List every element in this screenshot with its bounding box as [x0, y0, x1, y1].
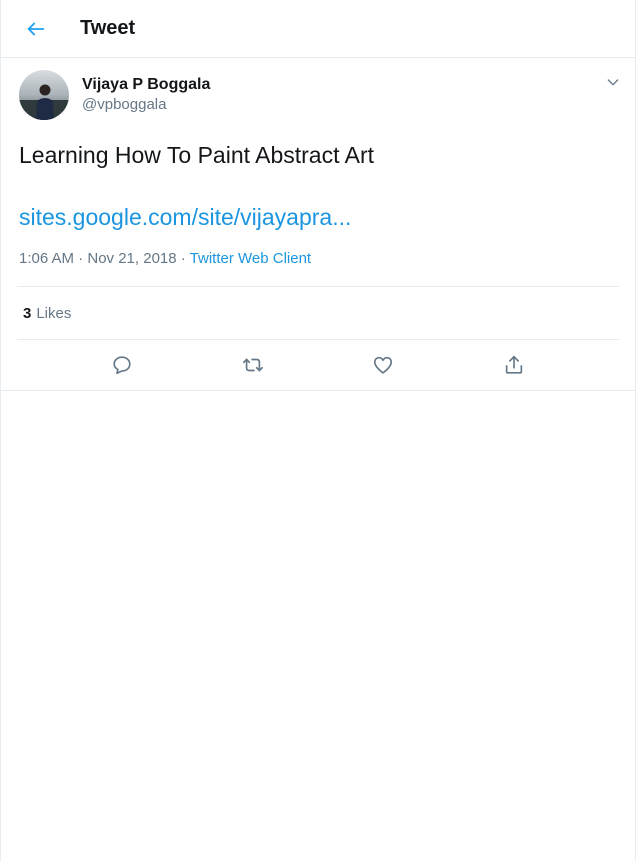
- header-bar: Tweet: [1, 0, 635, 58]
- tweet-card: Vijaya P Boggala @vpboggala Learning How…: [1, 58, 635, 391]
- author-handle[interactable]: @vpboggala: [82, 95, 210, 114]
- likes-label: Likes: [36, 304, 72, 322]
- retweet-icon: [242, 358, 263, 372]
- back-button[interactable]: [19, 12, 53, 46]
- share-icon: [505, 355, 522, 374]
- page-title: Tweet: [80, 17, 136, 39]
- tweet-actions: [17, 340, 619, 390]
- avatar-photo: [19, 70, 69, 120]
- more-options-button[interactable]: [603, 72, 623, 92]
- reply-button[interactable]: [104, 347, 140, 383]
- author-row: Vijaya P Boggala @vpboggala: [17, 70, 619, 122]
- avatar[interactable]: [19, 70, 69, 120]
- tweet-meta: 1:06 AM · Nov 21, 2018 · Twitter Web Cli…: [19, 249, 619, 269]
- tweet-source[interactable]: Twitter Web Client: [190, 250, 311, 267]
- reply-icon: [113, 356, 131, 375]
- likes-count: 3: [23, 304, 32, 322]
- chevron-down-icon: [607, 79, 619, 86]
- author-names: Vijaya P Boggala @vpboggala: [82, 75, 210, 114]
- tweet-page: Tweet Vijaya P Boggala @vpboggala Learni…: [0, 0, 636, 861]
- author-display-name[interactable]: Vijaya P Boggala: [82, 75, 210, 94]
- likes-stat[interactable]: 3 Likes: [17, 286, 619, 340]
- like-button[interactable]: [365, 347, 401, 383]
- arrow-left-icon: [27, 22, 45, 35]
- tweet-timestamp[interactable]: 1:06 AM · Nov 21, 2018 ·: [19, 250, 190, 267]
- share-button[interactable]: [496, 347, 532, 383]
- heart-icon: [374, 356, 393, 374]
- tweet-link[interactable]: sites.google.com/site/vijayapra...: [19, 202, 619, 232]
- tweet-text: Learning How To Paint Abstract Art: [19, 142, 374, 168]
- retweet-button[interactable]: [235, 347, 271, 383]
